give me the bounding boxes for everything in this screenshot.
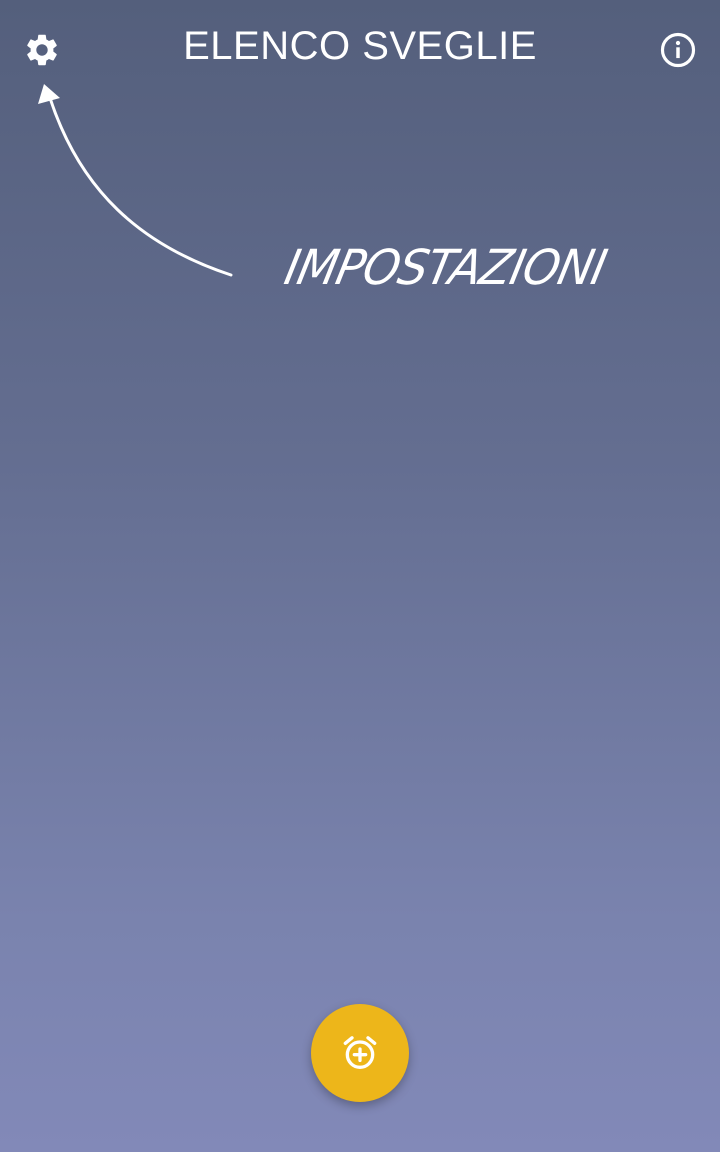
- info-icon: [660, 32, 696, 68]
- settings-hint-label: IMPOSTAZIONI: [279, 238, 612, 296]
- top-bar: ELENCO SVEGLIE: [0, 0, 720, 100]
- info-button[interactable]: [656, 28, 700, 72]
- page-title: ELENCO SVEGLIE: [183, 24, 537, 68]
- add-alarm-icon: [343, 1036, 377, 1069]
- add-alarm-button[interactable]: [311, 1004, 409, 1102]
